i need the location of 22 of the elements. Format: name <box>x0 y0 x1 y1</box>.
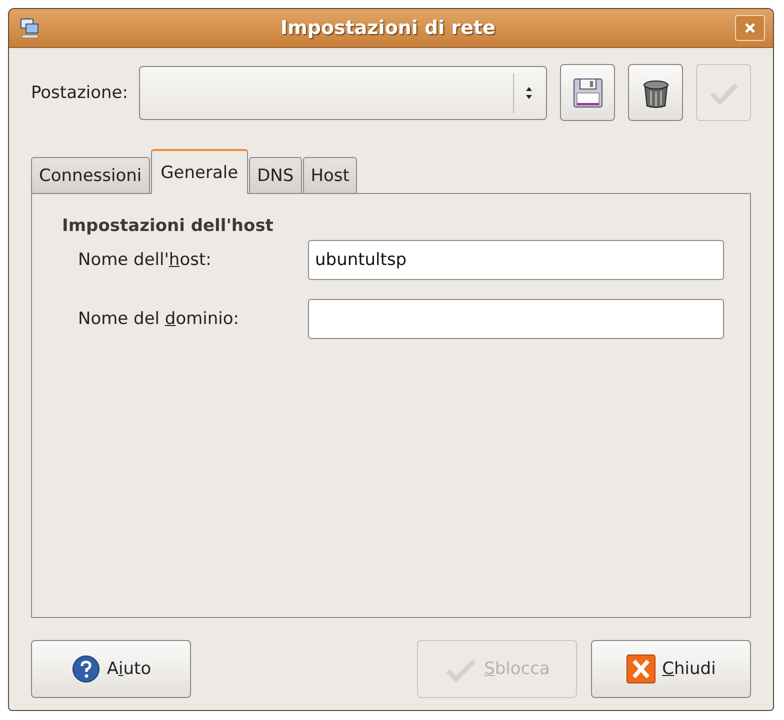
section-heading: Impostazioni dell'host <box>62 216 274 236</box>
text-field[interactable]: ubuntultsp <box>308 240 724 280</box>
save-button[interactable] <box>560 64 615 121</box>
delete-button[interactable] <box>628 64 683 121</box>
close-button[interactable] <box>735 15 765 41</box>
close-button[interactable]: Chiudi <box>591 640 751 698</box>
field-label: Nome del dominio: <box>77 309 240 329</box>
field-label: Nome dell'host: <box>77 250 212 270</box>
tab[interactable]: DNS <box>249 157 302 193</box>
help-button[interactable]: Aiuto <box>31 640 191 698</box>
text-field[interactable] <box>308 299 724 339</box>
close-icon <box>626 654 656 684</box>
tab[interactable]: Generale <box>150 149 248 194</box>
window-title: Impostazioni di rete <box>280 17 496 39</box>
location-label: Postazione: <box>31 82 128 102</box>
help-icon <box>70 654 101 684</box>
tab[interactable]: Host <box>302 157 358 193</box>
tab[interactable]: Connessioni <box>31 157 150 193</box>
location-dropdown[interactable] <box>139 66 547 120</box>
close-icon <box>744 22 756 34</box>
network-computers-icon <box>19 17 41 39</box>
spinner-arrows-icon <box>524 84 534 100</box>
